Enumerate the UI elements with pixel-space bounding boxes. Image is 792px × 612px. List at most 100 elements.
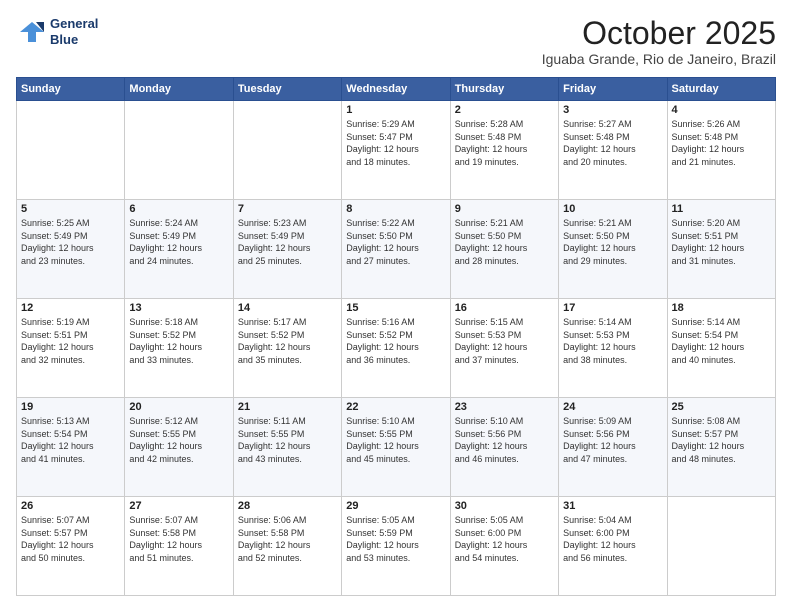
day-number: 23 <box>455 401 554 413</box>
day-number: 12 <box>21 302 120 314</box>
calendar-cell: 30 Sunrise: 5:05 AM Sunset: 6:00 PM Dayli… <box>450 497 558 596</box>
day-info: Sunrise: 5:18 AM Sunset: 5:52 PM Dayligh… <box>129 316 228 366</box>
day-number: 4 <box>672 104 771 116</box>
calendar-cell <box>17 101 125 200</box>
day-number: 18 <box>672 302 771 314</box>
day-info: Sunrise: 5:14 AM Sunset: 5:53 PM Dayligh… <box>563 316 662 366</box>
day-number: 17 <box>563 302 662 314</box>
day-info: Sunrise: 5:20 AM Sunset: 5:51 PM Dayligh… <box>672 217 771 267</box>
calendar-cell: 6 Sunrise: 5:24 AM Sunset: 5:49 PM Daylig… <box>125 200 233 299</box>
month-title: October 2025 <box>542 16 776 51</box>
calendar-header-row: SundayMondayTuesdayWednesdayThursdayFrid… <box>17 78 776 101</box>
logo-icon <box>16 18 46 46</box>
day-number: 27 <box>129 500 228 512</box>
calendar-week-2: 5 Sunrise: 5:25 AM Sunset: 5:49 PM Daylig… <box>17 200 776 299</box>
title-block: October 2025 Iguaba Grande, Rio de Janei… <box>542 16 776 67</box>
calendar-cell: 20Sunrise: 5:12 AM Sunset: 5:55 PM Dayli… <box>125 398 233 497</box>
day-number: 5 <box>21 203 120 215</box>
day-info: Sunrise: 5:27 AM Sunset: 5:48 PM Dayligh… <box>563 118 662 168</box>
calendar-cell: 9 Sunrise: 5:21 AM Sunset: 5:50 PM Daylig… <box>450 200 558 299</box>
day-info: Sunrise: 5:05 AM Sunset: 5:59 PM Dayligh… <box>346 514 445 564</box>
calendar-cell: 22 Sunrise: 5:10 AM Sunset: 5:55 PM Dayli… <box>342 398 450 497</box>
calendar-week-4: 19Sunrise: 5:13 AM Sunset: 5:54 PM Dayli… <box>17 398 776 497</box>
calendar-week-3: 12 Sunrise: 5:19 AM Sunset: 5:51 PM Dayli… <box>17 299 776 398</box>
calendar-cell <box>667 497 775 596</box>
calendar-cell: 16 Sunrise: 5:15 AM Sunset: 5:53 PM Dayli… <box>450 299 558 398</box>
calendar-cell: 19Sunrise: 5:13 AM Sunset: 5:54 PM Dayli… <box>17 398 125 497</box>
day-number: 6 <box>129 203 228 215</box>
day-info: Sunrise: 5:22 AM Sunset: 5:50 PM Dayligh… <box>346 217 445 267</box>
day-number: 7 <box>238 203 337 215</box>
day-number: 21 <box>238 401 337 413</box>
calendar-cell: 27 Sunrise: 5:07 AM Sunset: 5:58 PM Dayli… <box>125 497 233 596</box>
day-info: Sunrise: 5:10 AM Sunset: 5:55 PM Dayligh… <box>346 415 445 465</box>
calendar-cell: 3 Sunrise: 5:27 AM Sunset: 5:48 PM Daylig… <box>559 101 667 200</box>
col-header-friday: Friday <box>559 78 667 101</box>
day-number: 2 <box>455 104 554 116</box>
day-number: 1 <box>346 104 445 116</box>
location: Iguaba Grande, Rio de Janeiro, Brazil <box>542 51 776 67</box>
day-info: Sunrise: 5:24 AM Sunset: 5:49 PM Dayligh… <box>129 217 228 267</box>
day-info: Sunrise: 5:26 AM Sunset: 5:48 PM Dayligh… <box>672 118 771 168</box>
logo-line1: General <box>50 16 98 32</box>
day-number: 20 <box>129 401 228 413</box>
day-number: 22 <box>346 401 445 413</box>
calendar-cell: 11Sunrise: 5:20 AM Sunset: 5:51 PM Dayli… <box>667 200 775 299</box>
day-number: 26 <box>21 500 120 512</box>
day-info: Sunrise: 5:23 AM Sunset: 5:49 PM Dayligh… <box>238 217 337 267</box>
calendar-cell: 12 Sunrise: 5:19 AM Sunset: 5:51 PM Dayli… <box>17 299 125 398</box>
col-header-wednesday: Wednesday <box>342 78 450 101</box>
day-number: 31 <box>563 500 662 512</box>
day-info: Sunrise: 5:21 AM Sunset: 5:50 PM Dayligh… <box>455 217 554 267</box>
logo-text: General Blue <box>50 16 98 47</box>
calendar-cell: 23 Sunrise: 5:10 AM Sunset: 5:56 PM Dayli… <box>450 398 558 497</box>
calendar-week-5: 26 Sunrise: 5:07 AM Sunset: 5:57 PM Dayli… <box>17 497 776 596</box>
day-number: 3 <box>563 104 662 116</box>
day-info: Sunrise: 5:07 AM Sunset: 5:57 PM Dayligh… <box>21 514 120 564</box>
day-info: Sunrise: 5:04 AM Sunset: 6:00 PM Dayligh… <box>563 514 662 564</box>
day-number: 29 <box>346 500 445 512</box>
day-number: 30 <box>455 500 554 512</box>
calendar-cell: 31 Sunrise: 5:04 AM Sunset: 6:00 PM Dayli… <box>559 497 667 596</box>
day-info: Sunrise: 5:05 AM Sunset: 6:00 PM Dayligh… <box>455 514 554 564</box>
calendar-cell <box>233 101 341 200</box>
day-info: Sunrise: 5:17 AM Sunset: 5:52 PM Dayligh… <box>238 316 337 366</box>
day-number: 9 <box>455 203 554 215</box>
day-number: 28 <box>238 500 337 512</box>
day-number: 15 <box>346 302 445 314</box>
calendar-cell: 15Sunrise: 5:16 AM Sunset: 5:52 PM Dayli… <box>342 299 450 398</box>
calendar-cell: 7 Sunrise: 5:23 AM Sunset: 5:49 PM Daylig… <box>233 200 341 299</box>
day-info: Sunrise: 5:14 AM Sunset: 5:54 PM Dayligh… <box>672 316 771 366</box>
day-info: Sunrise: 5:08 AM Sunset: 5:57 PM Dayligh… <box>672 415 771 465</box>
day-number: 16 <box>455 302 554 314</box>
day-number: 8 <box>346 203 445 215</box>
day-info: Sunrise: 5:11 AM Sunset: 5:55 PM Dayligh… <box>238 415 337 465</box>
calendar-cell: 4 Sunrise: 5:26 AM Sunset: 5:48 PM Daylig… <box>667 101 775 200</box>
day-info: Sunrise: 5:25 AM Sunset: 5:49 PM Dayligh… <box>21 217 120 267</box>
day-number: 10 <box>563 203 662 215</box>
day-info: Sunrise: 5:19 AM Sunset: 5:51 PM Dayligh… <box>21 316 120 366</box>
logo: General Blue <box>16 16 98 47</box>
calendar-cell: 13Sunrise: 5:18 AM Sunset: 5:52 PM Dayli… <box>125 299 233 398</box>
calendar-cell: 2Sunrise: 5:28 AM Sunset: 5:48 PM Daylig… <box>450 101 558 200</box>
calendar-cell: 5 Sunrise: 5:25 AM Sunset: 5:49 PM Daylig… <box>17 200 125 299</box>
calendar-cell: 29 Sunrise: 5:05 AM Sunset: 5:59 PM Dayli… <box>342 497 450 596</box>
calendar-cell: 17 Sunrise: 5:14 AM Sunset: 5:53 PM Dayli… <box>559 299 667 398</box>
calendar-cell: 24Sunrise: 5:09 AM Sunset: 5:56 PM Dayli… <box>559 398 667 497</box>
day-info: Sunrise: 5:10 AM Sunset: 5:56 PM Dayligh… <box>455 415 554 465</box>
calendar-cell: 10Sunrise: 5:21 AM Sunset: 5:50 PM Dayli… <box>559 200 667 299</box>
calendar-cell: 21 Sunrise: 5:11 AM Sunset: 5:55 PM Dayli… <box>233 398 341 497</box>
col-header-sunday: Sunday <box>17 78 125 101</box>
calendar-cell <box>125 101 233 200</box>
col-header-saturday: Saturday <box>667 78 775 101</box>
page: General Blue October 2025 Iguaba Grande,… <box>0 0 792 612</box>
day-info: Sunrise: 5:13 AM Sunset: 5:54 PM Dayligh… <box>21 415 120 465</box>
day-number: 24 <box>563 401 662 413</box>
calendar-cell: 25Sunrise: 5:08 AM Sunset: 5:57 PM Dayli… <box>667 398 775 497</box>
calendar-cell: 8 Sunrise: 5:22 AM Sunset: 5:50 PM Daylig… <box>342 200 450 299</box>
logo-line2: Blue <box>50 32 98 48</box>
day-info: Sunrise: 5:07 AM Sunset: 5:58 PM Dayligh… <box>129 514 228 564</box>
day-number: 14 <box>238 302 337 314</box>
calendar-week-1: 1Sunrise: 5:29 AM Sunset: 5:47 PM Daylig… <box>17 101 776 200</box>
day-info: Sunrise: 5:15 AM Sunset: 5:53 PM Dayligh… <box>455 316 554 366</box>
